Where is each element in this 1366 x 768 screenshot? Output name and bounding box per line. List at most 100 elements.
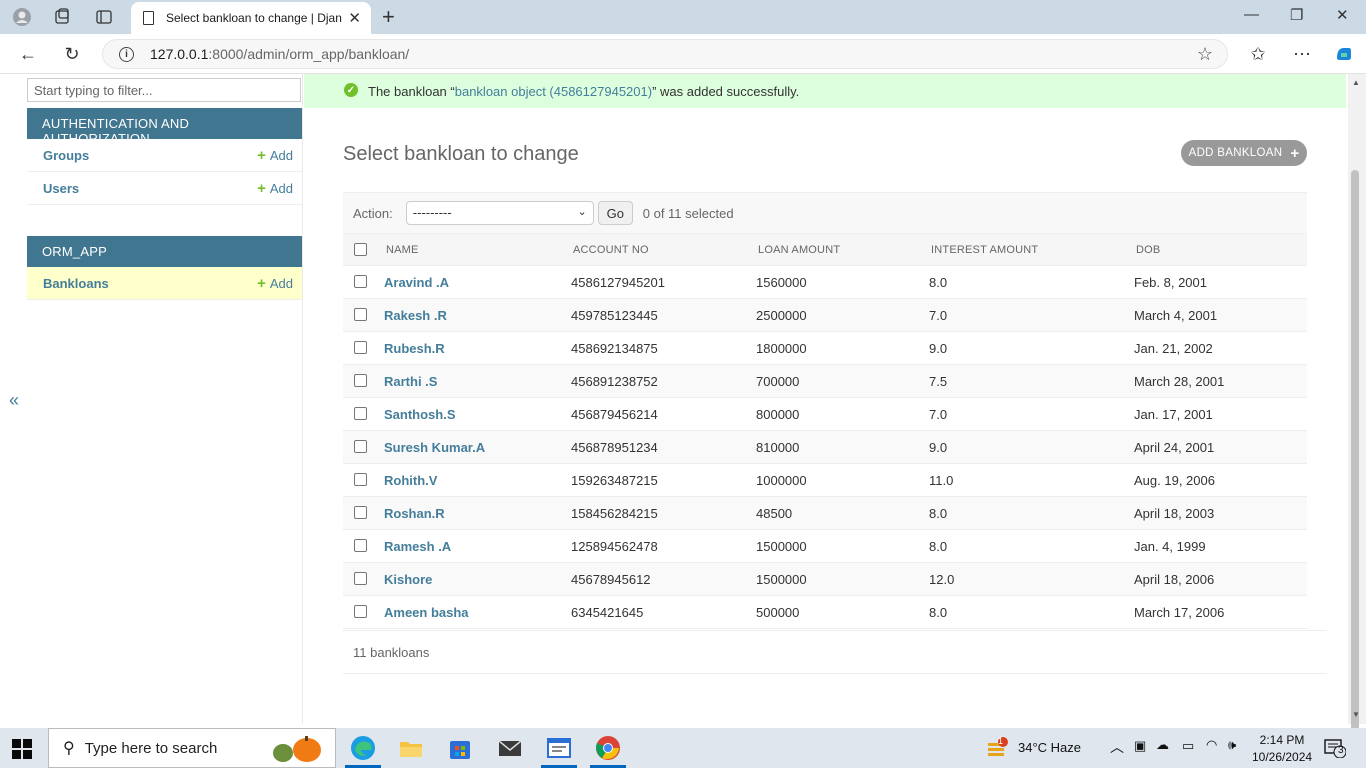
cell-interest-amount: 8.0: [929, 275, 948, 290]
active-tab[interactable]: Select bankloan to change | Djang ✕: [131, 2, 371, 34]
groups-link[interactable]: Groups: [43, 148, 257, 163]
close-window-icon[interactable]: ✕: [1336, 6, 1349, 24]
bankloans-link[interactable]: Bankloans: [43, 276, 257, 291]
window-app-icon[interactable]: [545, 734, 573, 762]
scroll-thumb[interactable]: [1351, 170, 1359, 768]
toggle-nav-sidebar[interactable]: «: [9, 390, 19, 411]
store-icon[interactable]: [446, 734, 474, 762]
taskbar-clock[interactable]: 2:14 PM 10/26/2024: [1252, 732, 1312, 766]
favorites-icon[interactable]: ✩: [1246, 42, 1270, 66]
reload-icon[interactable]: ↻: [60, 42, 84, 66]
cell-account-no: 6345421645: [571, 605, 644, 620]
favorite-star-icon[interactable]: ☆: [1197, 44, 1213, 65]
windows-taskbar: ⚲ Type here to search 1 34°C Haze ︿ ▣ ☁ …: [0, 728, 1366, 768]
close-tab-icon[interactable]: ✕: [348, 9, 361, 27]
cell-interest-amount: 9.0: [929, 341, 948, 356]
cloud-icon[interactable]: ☁: [1156, 737, 1169, 753]
row-checkbox[interactable]: [354, 308, 367, 321]
users-add-link[interactable]: + Add: [257, 180, 293, 197]
more-menu-icon[interactable]: ⋯: [1290, 42, 1314, 66]
column-header-name[interactable]: NAME: [386, 244, 419, 256]
select-all-checkbox[interactable]: [354, 243, 367, 256]
back-icon[interactable]: ←: [16, 42, 40, 66]
new-tab-icon[interactable]: +: [382, 4, 395, 30]
cell-name[interactable]: Santhosh.S: [384, 407, 456, 422]
users-link[interactable]: Users: [43, 181, 257, 196]
msg-prefix: The bankloan “: [368, 83, 455, 99]
go-button[interactable]: Go: [597, 201, 633, 225]
column-header-interest-amount[interactable]: INTEREST AMOUNT: [931, 244, 1038, 256]
cell-account-no: 4586127945201: [571, 275, 665, 290]
msg-object-link[interactable]: bankloan object (4586127945201): [455, 84, 652, 99]
cell-dob: March 17, 2006: [1134, 605, 1225, 620]
row-checkbox[interactable]: [354, 506, 367, 519]
site-info-icon[interactable]: i: [119, 46, 134, 62]
cell-loan-amount: 1500000: [756, 572, 807, 587]
url-host: 127.0.0.1: [150, 46, 209, 62]
battery-icon[interactable]: ▭: [1182, 738, 1194, 754]
add-bankloan-button[interactable]: ADD BANKLOAN +: [1181, 140, 1307, 166]
cell-interest-amount: 12.0: [929, 572, 955, 587]
copilot-icon[interactable]: [1332, 42, 1356, 66]
sidebar-item-users: Users + Add: [27, 172, 302, 205]
wifi-icon[interactable]: ◠: [1206, 737, 1217, 753]
taskbar-search[interactable]: ⚲ Type here to search: [48, 728, 336, 768]
minimize-icon[interactable]: —: [1244, 6, 1259, 23]
workspaces-icon[interactable]: [50, 6, 74, 28]
row-checkbox[interactable]: [354, 605, 367, 618]
bankloans-add-link[interactable]: + Add: [257, 275, 293, 292]
success-check-icon: ✓: [344, 83, 358, 97]
cell-loan-amount: 2500000: [756, 308, 807, 323]
file-explorer-icon[interactable]: [397, 734, 425, 762]
cell-name[interactable]: Rarthi .S: [384, 374, 437, 389]
cell-loan-amount: 500000: [756, 605, 800, 620]
cell-name[interactable]: Ramesh .A: [384, 539, 451, 554]
column-header-dob[interactable]: DOB: [1136, 244, 1160, 256]
row-checkbox[interactable]: [354, 440, 367, 453]
column-header-loan-amount[interactable]: LOAN AMOUNT: [758, 244, 840, 256]
row-checkbox[interactable]: [354, 275, 367, 288]
column-header-account-no[interactable]: ACCOUNT NO: [573, 244, 649, 256]
sidebar-item-bankloans: Bankloans + Add: [27, 267, 302, 300]
restore-icon[interactable]: ❐: [1290, 6, 1303, 24]
cell-name[interactable]: Roshan.R: [384, 506, 445, 521]
row-checkbox[interactable]: [354, 539, 367, 552]
row-checkbox[interactable]: [354, 374, 367, 387]
row-checkbox[interactable]: [354, 572, 367, 585]
chrome-icon[interactable]: [594, 734, 622, 762]
chevron-up-icon[interactable]: ︿: [1110, 737, 1124, 757]
module-caption-auth[interactable]: AUTHENTICATION AND AUTHORIZATION: [27, 108, 302, 146]
profile-icon[interactable]: [10, 6, 34, 28]
row-checkbox[interactable]: [354, 407, 367, 420]
mail-icon[interactable]: [496, 734, 524, 762]
cell-name[interactable]: Rakesh .R: [384, 308, 447, 323]
cell-interest-amount: 7.0: [929, 407, 948, 422]
cell-name[interactable]: Kishore: [384, 572, 432, 587]
plus-icon: +: [1290, 144, 1300, 162]
action-select[interactable]: --------- ⌄: [405, 201, 594, 225]
weather-text[interactable]: 34°C Haze: [1018, 740, 1081, 755]
row-checkbox[interactable]: [354, 473, 367, 486]
meet-now-icon[interactable]: ▣: [1134, 738, 1146, 754]
weather-icon[interactable]: [986, 737, 1008, 762]
paginator: 11 bankloans: [343, 630, 1327, 674]
url-path: :8000/admin/orm_app/bankloan/: [208, 46, 410, 62]
volume-icon[interactable]: 🕪: [1228, 737, 1236, 753]
nav-filter-input[interactable]: Start typing to filter...: [27, 78, 301, 102]
cell-name[interactable]: Rubesh.R: [384, 341, 445, 356]
cell-name[interactable]: Suresh Kumar.A: [384, 440, 485, 455]
module-caption-orm-app[interactable]: ORM_APP: [27, 236, 302, 267]
cell-name[interactable]: Rohith.V: [384, 473, 437, 488]
address-bar[interactable]: i 127.0.0.1:8000/admin/orm_app/bankloan/…: [102, 39, 1228, 69]
row-checkbox[interactable]: [354, 341, 367, 354]
add-icon: +: [257, 146, 266, 164]
tab-actions-icon[interactable]: [92, 6, 116, 28]
edge-app-icon[interactable]: [349, 734, 377, 762]
page-scrollbar[interactable]: ▲ ▼: [1348, 74, 1366, 768]
scroll-down-icon[interactable]: ▼: [1352, 710, 1360, 719]
windows-start-icon[interactable]: [12, 739, 32, 759]
cell-name[interactable]: Aravind .A: [384, 275, 449, 290]
scroll-up-icon[interactable]: ▲: [1352, 78, 1360, 87]
groups-add-link[interactable]: + Add: [257, 147, 293, 164]
cell-name[interactable]: Ameen basha: [384, 605, 469, 620]
